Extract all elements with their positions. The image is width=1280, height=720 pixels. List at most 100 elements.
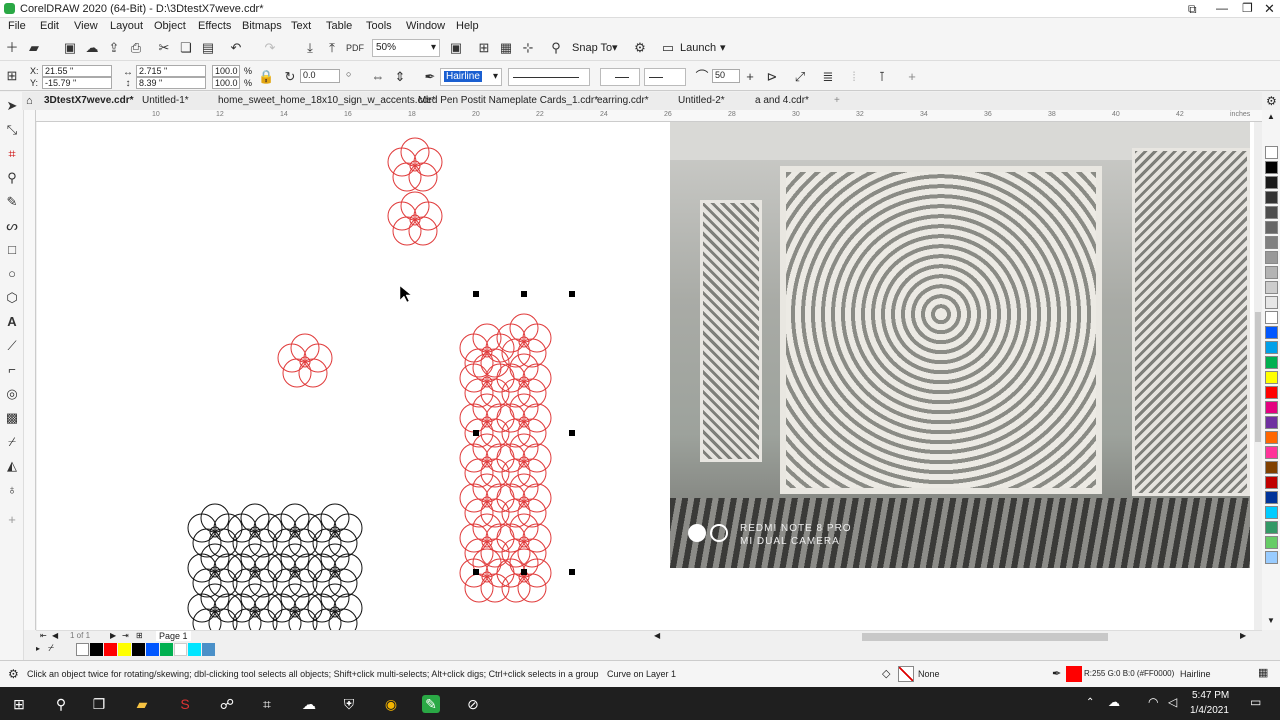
color-management-icon[interactable]: ▦ [1258,666,1268,679]
palette-arrow-up-icon[interactable]: ▲ [1267,112,1275,121]
swatch-blue[interactable] [146,643,159,656]
network-tray-icon[interactable]: ☁ [1108,695,1120,709]
black-flower-grid[interactable] [187,503,363,630]
end-arrow-select[interactable] [644,68,686,86]
palette-swatch[interactable] [1265,491,1278,504]
line-style-select[interactable] [508,68,590,86]
restore-icon[interactable]: ⧉ [1188,2,1197,17]
tab-page-1[interactable]: Page 1 [156,631,191,641]
print-icon[interactable]: ⎙ [128,40,144,56]
palette-swatch[interactable] [1265,446,1278,459]
rulers-icon[interactable]: ⊞ [476,40,492,56]
swatch-white[interactable] [174,643,187,656]
rectangle-tool-icon[interactable]: □ [4,242,20,258]
palette-swatch[interactable] [1265,356,1278,369]
prev-page-icon[interactable]: ◀ [52,631,58,640]
flower-single[interactable] [277,333,333,388]
mirror-horizontal-icon[interactable]: ⇔ [370,69,386,85]
mirror-vertical-icon[interactable]: ⇕ [392,69,408,85]
rotate-icon[interactable]: ↻ [282,69,298,85]
snap-to-label[interactable]: Snap To [572,42,612,54]
palette-swatch[interactable] [1265,251,1278,264]
palette-swatch[interactable] [1265,281,1278,294]
palette-swatch[interactable] [1265,161,1278,174]
tab-a-and-4[interactable]: a and 4.cdr* [755,95,809,106]
app-s-icon[interactable]: S [176,695,194,713]
swatch-yellow[interactable] [118,643,131,656]
pick-tool-icon[interactable]: ➤ [4,98,20,114]
vertical-ruler[interactable] [24,110,36,630]
undo-icon[interactable]: ↶ [228,40,244,56]
options-gear-icon[interactable]: ⚙ [632,40,648,56]
clock-time[interactable]: 5:47 PM [1192,690,1229,701]
menu-window[interactable]: Window [406,20,445,32]
last-page-icon[interactable]: ⇥ [122,631,129,640]
zoom-select[interactable]: 50% ▾ [372,39,440,57]
palette-swatch[interactable] [1265,401,1278,414]
vertical-scrollbar[interactable] [1254,122,1262,630]
freehand-tool-icon[interactable]: ✎ [4,194,20,210]
palette-swatch[interactable] [1265,461,1278,474]
menu-object[interactable]: Object [154,20,186,32]
horizontal-scroll-thumb[interactable] [862,633,1108,641]
menu-table[interactable]: Table [326,20,352,32]
launch-label[interactable]: Launch [680,42,716,54]
scale-y-field[interactable]: 100.0 [212,77,240,89]
copy-icon[interactable]: ❏ [178,40,194,56]
flower-pattern-top[interactable] [387,137,443,246]
palette-swatch[interactable] [1265,146,1278,159]
outline-color-swatch[interactable] [1066,666,1082,682]
close-button[interactable]: ✕ [1264,1,1275,17]
palette-swatch[interactable] [1265,296,1278,309]
maximize-button[interactable]: ❐ [1242,1,1253,15]
eyedropper-icon[interactable]: ⌿ [4,434,20,450]
artistic-media-icon[interactable]: ᔕ [4,218,20,234]
crop-tool-icon[interactable]: ⌗ [4,146,20,162]
drawing-canvas[interactable]: REDMI NOTE 8 PRO MI DUAL CAMERA [37,122,1254,630]
palette-swatch[interactable] [1265,551,1278,564]
snap-icon[interactable]: ⚲ [548,40,564,56]
palette-swatch[interactable] [1265,521,1278,534]
palette-swatch[interactable] [1265,266,1278,279]
launch-icon[interactable]: ▭ [660,40,676,56]
palette-swatch[interactable] [1265,416,1278,429]
app-shield-icon[interactable]: ⛨ [340,695,358,713]
palette-swatch[interactable] [1265,386,1278,399]
swatch-red[interactable] [104,643,117,656]
full-screen-icon[interactable]: ▣ [448,40,464,56]
scroll-right-icon[interactable]: ▶ [1240,631,1246,640]
settings-icon[interactable]: ⚙ [1266,94,1277,108]
menu-tools[interactable]: Tools [366,20,392,32]
menu-text[interactable]: Text [291,20,311,32]
outline-pen-icon[interactable]: ✒ [422,69,438,85]
import-icon[interactable]: ⤓ [302,40,318,56]
plus-icon[interactable]: + [742,69,758,85]
tab-earring[interactable]: earring.cdr* [597,95,649,106]
add-page-icon[interactable]: ⊞ [136,631,143,640]
menu-file[interactable]: File [8,20,26,32]
swatch-green[interactable] [160,643,173,656]
save-icon[interactable]: ▣ [62,40,78,56]
drop-shadow-icon[interactable]: ◎ [4,386,20,402]
app-cloud-icon[interactable]: ☁ [300,695,318,713]
palette-swatch[interactable] [1265,431,1278,444]
tab-untitled-2[interactable]: Untitled-2* [678,95,725,106]
chevron-down-icon[interactable]: ▾ [612,41,618,54]
smoothing-field[interactable]: 50 [712,69,740,83]
horizontal-ruler[interactable]: 10 12 14 16 18 20 22 24 26 28 30 32 34 3… [36,110,1262,122]
menu-bitmaps[interactable]: Bitmaps [242,20,282,32]
first-page-icon[interactable]: ⇤ [40,631,47,640]
scroll-thumb[interactable] [1255,312,1261,442]
volume-icon[interactable]: ◁ [1168,695,1177,709]
palette-menu-icon[interactable]: ▸ [36,644,40,653]
menu-layout[interactable]: Layout [110,20,143,32]
palette-swatch[interactable] [1265,191,1278,204]
home-icon[interactable]: ⌂ [26,95,33,107]
palette-swatch[interactable] [1265,341,1278,354]
polygon-tool-icon[interactable]: ⬡ [4,290,20,306]
jali-wall-photo[interactable]: REDMI NOTE 8 PRO MI DUAL CAMERA [670,122,1250,568]
windows-start-icon[interactable]: ⊞ [10,695,28,713]
fill-none-swatch[interactable] [898,666,914,682]
menu-edit[interactable]: Edit [40,20,59,32]
curve-smoothing-icon[interactable]: ⌒ [694,69,710,85]
